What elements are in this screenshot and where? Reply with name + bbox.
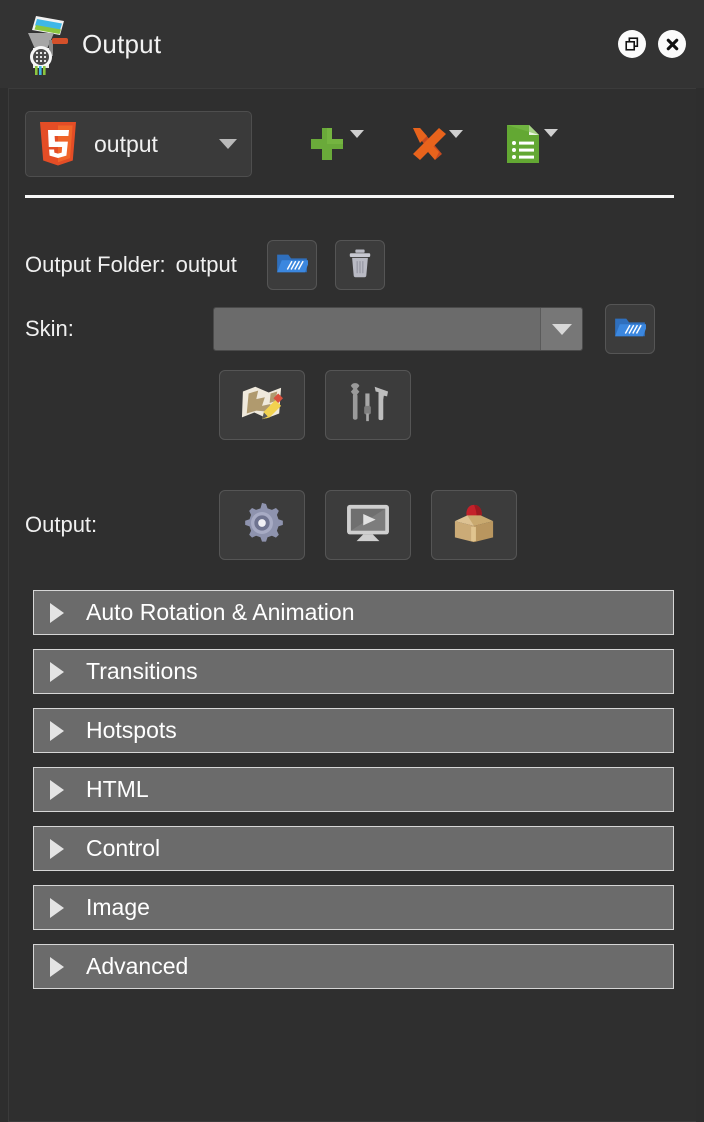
- section-label: Image: [86, 894, 150, 920]
- add-output-button[interactable]: [307, 124, 364, 164]
- chevron-down-icon[interactable]: [540, 308, 582, 350]
- section-image[interactable]: Image: [33, 885, 674, 930]
- monitor-play-icon: [345, 503, 391, 548]
- output-actions-row: Output:: [25, 490, 696, 560]
- output-toolbar: output: [9, 89, 696, 183]
- output-log-button[interactable]: [505, 123, 558, 165]
- section-label: Hotspots: [86, 717, 177, 743]
- section-label: Control: [86, 835, 161, 861]
- chevron-right-icon: [50, 838, 64, 859]
- settings-sections: Auto Rotation & Animation Transitions Ho…: [9, 560, 696, 989]
- pano2vr-grinder-icon: [14, 13, 70, 75]
- output-fields: Output Folder: output Skin: Output:: [9, 198, 696, 560]
- close-x-icon[interactable]: [658, 30, 686, 58]
- section-label: Advanced: [86, 953, 189, 979]
- restore-windows-icon[interactable]: [618, 30, 646, 58]
- output-actions-label: Output:: [25, 512, 98, 537]
- section-label: Auto Rotation & Animation: [86, 599, 355, 625]
- open-folder-icon: [614, 314, 648, 345]
- open-folder-icon: [276, 250, 310, 281]
- output-preview-button[interactable]: [325, 490, 411, 560]
- section-hotspots[interactable]: Hotspots: [33, 708, 674, 753]
- chevron-right-icon: [50, 956, 64, 977]
- output-format-button[interactable]: output: [25, 111, 252, 177]
- output-folder-delete-button[interactable]: [334, 240, 385, 290]
- gear-icon: [240, 501, 284, 550]
- chevron-right-icon: [50, 779, 64, 800]
- skin-browse-button[interactable]: [605, 304, 655, 354]
- section-auto-rotation-and-animation[interactable]: Auto Rotation & Animation: [33, 590, 674, 635]
- remove-output-button[interactable]: [406, 124, 463, 164]
- trash-can-icon: [347, 248, 373, 283]
- chevron-down-icon: [449, 130, 463, 138]
- plus-icon: [307, 124, 347, 164]
- chevron-right-icon: [50, 661, 64, 682]
- output-package-button[interactable]: [431, 490, 517, 560]
- document-list-icon: [505, 123, 541, 165]
- skin-editor-button[interactable]: [219, 370, 305, 440]
- skin-select[interactable]: [213, 307, 583, 351]
- chevron-down-icon: [350, 130, 364, 138]
- chevron-right-icon: [50, 720, 64, 741]
- skin-label: Skin:: [25, 316, 74, 341]
- skin-select-value: [214, 308, 540, 350]
- section-transitions[interactable]: Transitions: [33, 649, 674, 694]
- output-folder-row: Output Folder: output: [25, 240, 696, 290]
- output-folder-value: output: [175, 252, 237, 277]
- chevron-right-icon: [50, 602, 64, 623]
- section-label: HTML: [86, 776, 149, 802]
- titlebar-actions: [618, 30, 686, 58]
- window-titlebar: Output: [0, 0, 704, 88]
- skin-settings-button[interactable]: [325, 370, 411, 440]
- window-title: Output: [82, 28, 162, 59]
- gnome-in-box-icon: [450, 502, 498, 549]
- skin-row: Skin:: [25, 304, 696, 354]
- chevron-down-icon: [544, 129, 558, 137]
- chevron-right-icon: [50, 897, 64, 918]
- output-settings-button[interactable]: [219, 490, 305, 560]
- section-html[interactable]: HTML: [33, 767, 674, 812]
- map-pencil-edit-icon: [239, 382, 285, 429]
- output-format-label: output: [94, 130, 158, 157]
- html5-logo-icon: [36, 120, 80, 168]
- output-settings-panel: output Output Folder: output Skin: Outpu…: [8, 88, 696, 1122]
- output-folder-browse-button[interactable]: [266, 240, 317, 290]
- section-control[interactable]: Control: [33, 826, 674, 871]
- cross-x-icon: [406, 124, 446, 164]
- section-label: Transitions: [86, 658, 198, 684]
- section-advanced[interactable]: Advanced: [33, 944, 674, 989]
- skin-tools-row: [25, 370, 696, 440]
- chevron-down-icon: [219, 139, 237, 149]
- wrench-screwdriver-hammer-icon: [344, 382, 392, 429]
- output-folder-label: Output Folder:: [25, 252, 166, 277]
